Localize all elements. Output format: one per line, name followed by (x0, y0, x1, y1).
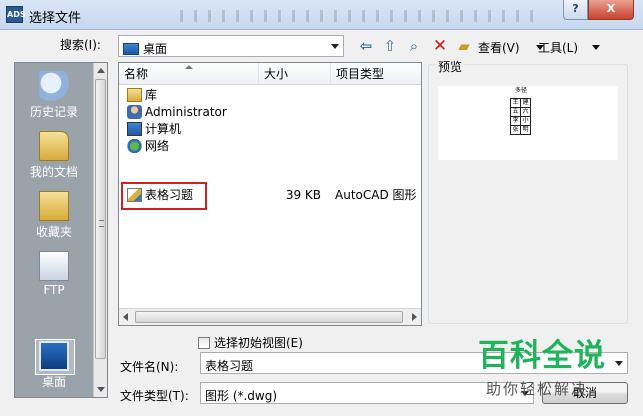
network-icon (127, 139, 142, 153)
highlight-annotation-box (121, 182, 207, 210)
scroll-right-icon[interactable] (412, 313, 417, 321)
thumb-cell: 六 (520, 107, 531, 117)
location-combo[interactable]: 桌面 (118, 35, 344, 57)
history-icon (39, 71, 69, 101)
computer-icon (127, 122, 142, 136)
search-label: 搜索(I): (60, 38, 101, 52)
file-name: 库 (145, 88, 158, 102)
desktop-icon (123, 43, 139, 55)
filetype-value: 图形 (*.dwg) (205, 389, 278, 403)
library-icon (127, 88, 142, 102)
tools-menu[interactable]: 工具(L) (538, 39, 601, 56)
thumb-cell: 小 (520, 116, 531, 126)
thumbnail-header: 多径 (514, 87, 527, 94)
file-size: 39 KB (285, 188, 321, 202)
up-folder-icon[interactable]: ⇧ (380, 36, 400, 56)
grip-icon (99, 220, 104, 227)
thumb-cell: 建 (520, 98, 531, 108)
place-favorites[interactable]: 收藏夹 (15, 191, 93, 240)
scroll-thumb[interactable] (95, 79, 106, 359)
file-row[interactable]: 库 (119, 87, 421, 104)
place-label: 我的文档 (29, 165, 78, 179)
tools-menu-label: 工具(L) (538, 41, 579, 55)
back-icon[interactable]: ⇦ (356, 36, 376, 56)
column-label: 项目类型 (336, 67, 385, 81)
delete-icon[interactable]: ✕ (430, 36, 450, 56)
file-list[interactable]: 名称 大小 项目类型 库 Administrator 计算机 网络 表格习题 3… (118, 62, 422, 326)
ftp-icon (39, 251, 69, 281)
column-header-size[interactable]: 大小 (259, 63, 331, 85)
filetype-label: 文件类型(T): (120, 389, 189, 403)
place-desktop[interactable]: 桌面 (15, 341, 93, 390)
scroll-thumb[interactable] (135, 311, 403, 323)
view-menu[interactable]: 查看(V) (478, 39, 544, 56)
folder-icon (39, 131, 69, 161)
thumbnail-table: 王建 五六 李小 张明 (510, 98, 531, 135)
column-label: 名称 (124, 67, 149, 81)
location-value: 桌面 (143, 42, 168, 56)
horizontal-scrollbar[interactable] (119, 308, 421, 325)
user-icon (127, 105, 142, 119)
preview-thumbnail: 多径 王建 五六 李小 张明 (438, 86, 618, 160)
places-bar: 历史记录 我的文档 收藏夹 FTP 桌面 (14, 62, 108, 398)
chevron-down-icon (592, 45, 601, 50)
place-label: 桌面 (41, 375, 66, 389)
thumb-cell: 明 (520, 125, 531, 135)
watermark-subtitle: 助你轻松解决 (486, 380, 589, 398)
thumb-cell: 五 (510, 107, 521, 117)
scroll-down-icon[interactable] (97, 387, 105, 392)
filename-label: 文件名(N): (120, 360, 179, 374)
file-type: AutoCAD 图形 (335, 188, 417, 202)
file-name: 网络 (145, 139, 170, 153)
file-row[interactable]: Administrator (119, 104, 421, 121)
thumb-cell: 李 (510, 116, 521, 126)
column-header-type[interactable]: 项目类型 (331, 63, 421, 85)
column-label: 大小 (264, 67, 289, 81)
view-menu-label: 查看(V) (478, 41, 520, 55)
column-header-name[interactable]: 名称 (119, 63, 259, 85)
sort-ascending-icon (185, 65, 193, 69)
file-row[interactable]: 计算机 (119, 121, 421, 138)
new-folder-icon[interactable]: ▰ (454, 36, 474, 56)
watermark-title: 百科全说 (478, 338, 606, 374)
filename-value: 表格习题 (205, 359, 254, 373)
thumb-cell: 王 (510, 98, 521, 108)
initial-view-checkbox[interactable]: 选择初始视图(E) (198, 334, 303, 351)
close-button[interactable]: X (588, 0, 634, 20)
desktop-icon (39, 341, 69, 371)
thumb-cell: 张 (510, 125, 521, 135)
scroll-up-icon[interactable] (97, 68, 105, 73)
preview-label: 预览 (436, 58, 465, 75)
search-icon[interactable]: ⌕ (404, 36, 424, 56)
help-button[interactable]: ? (563, 0, 588, 20)
watermark: 百科全说 助你轻松解决 (458, 330, 636, 416)
dialog-client-area: 搜索(I): 桌面 ⇦ ⇧ ⌕ ✕ ▰ 查看(V) 工具(L) 历史记录 我的文… (0, 30, 643, 416)
place-my-documents[interactable]: 我的文档 (15, 131, 93, 180)
place-ftp[interactable]: FTP (15, 251, 93, 297)
window-title: 选择文件 (29, 11, 82, 26)
file-name: 计算机 (145, 122, 182, 136)
place-history[interactable]: 历史记录 (15, 71, 93, 120)
title-bar: ADS 选择文件 ? X (0, 0, 643, 30)
scroll-left-icon[interactable] (123, 313, 128, 321)
background-window-ghost (180, 10, 540, 22)
place-label: 收藏夹 (35, 225, 72, 239)
places-scrollbar[interactable] (93, 63, 107, 397)
checkbox[interactable] (198, 337, 210, 349)
checkbox-label: 选择初始视图(E) (214, 336, 303, 350)
file-row[interactable]: 网络 (119, 138, 421, 155)
chevron-down-icon[interactable] (331, 44, 339, 49)
file-name: Administrator (145, 105, 227, 119)
place-label: 历史记录 (29, 105, 78, 119)
place-label: FTP (43, 283, 65, 297)
autocad-app-icon: ADS (6, 6, 26, 23)
favorites-icon (39, 191, 69, 221)
